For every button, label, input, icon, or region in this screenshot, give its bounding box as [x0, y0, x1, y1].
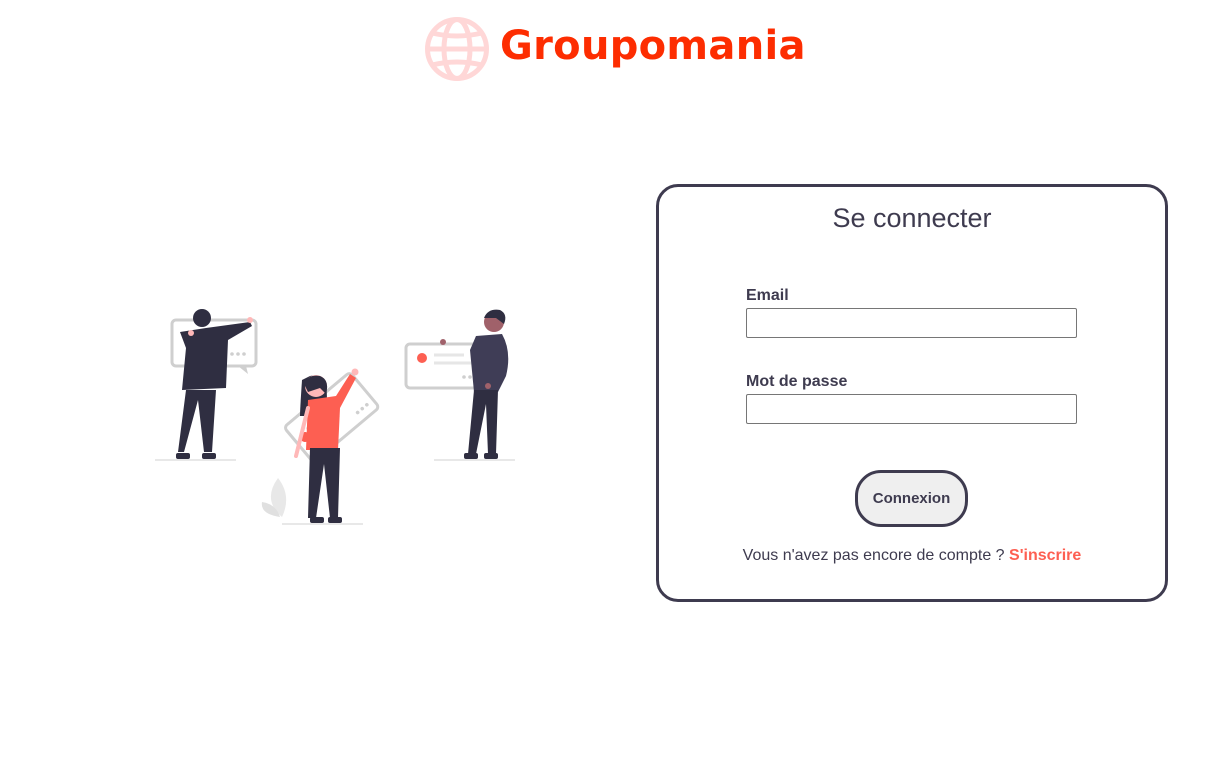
brand-logo[interactable]: Groupomania [424, 15, 806, 83]
team-illustration [155, 309, 515, 525]
email-label: Email [746, 287, 789, 304]
signup-prompt: Vous n'avez pas encore de compte ? [742, 547, 1005, 564]
signup-link[interactable]: S'inscrire [1009, 547, 1081, 564]
brand-name: Groupomania [500, 23, 806, 69]
login-page: Groupomania Se connecter Email Mot de pa… [0, 0, 1223, 781]
globe-icon [425, 17, 489, 81]
login-title: Se connecter [832, 203, 992, 233]
signup-row: Vous n'avez pas encore de compte ? S'ins… [659, 547, 1165, 565]
login-button[interactable]: Connexion [855, 470, 968, 527]
password-label: Mot de passe [746, 373, 848, 390]
email-field[interactable] [746, 308, 1077, 338]
password-field[interactable] [746, 394, 1077, 424]
login-card: Se connecter Email Mot de passe Connexio… [656, 184, 1168, 602]
